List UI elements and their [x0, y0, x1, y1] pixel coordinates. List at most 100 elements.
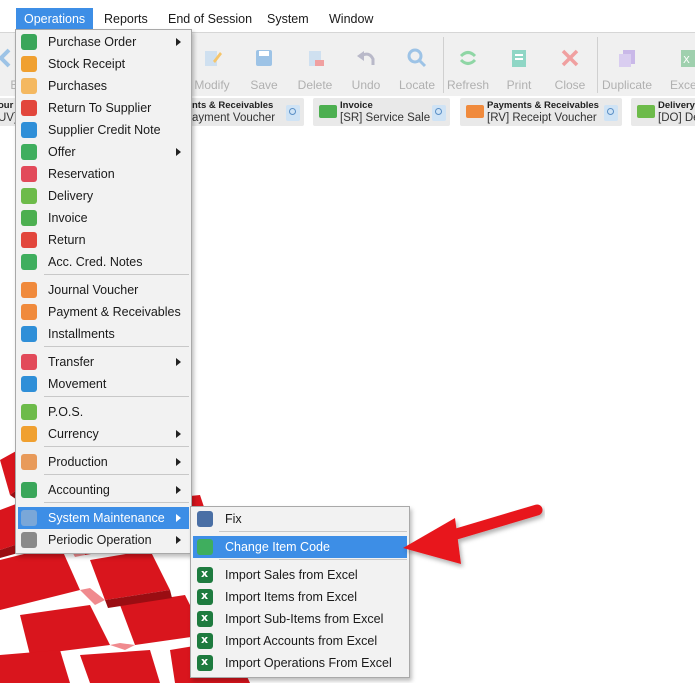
system-maintenance-icon — [21, 510, 37, 526]
menu-item-label: Acc. Cred. Notes — [48, 255, 143, 269]
menu-bar: Operations Reports End of Session System… — [0, 8, 695, 30]
quick-access-receipt-voucher[interactable]: Payments & Receivables [RV] Receipt Vouc… — [460, 98, 622, 126]
refresh-button[interactable]: Refresh — [440, 33, 496, 97]
delete-icon — [309, 51, 324, 66]
menu-item-currency[interactable]: Currency — [18, 423, 189, 445]
menu-item-label: P.O.S. — [48, 405, 84, 419]
excel-icon — [197, 633, 213, 649]
movement-icon — [21, 376, 37, 392]
locate-button[interactable]: Locate — [389, 33, 445, 97]
submenu-item-import-sub-items-from-excel[interactable]: Import Sub-Items from Excel — [193, 608, 407, 630]
menu-item-label: Currency — [48, 427, 99, 441]
chevron-right-icon — [176, 458, 181, 466]
supplier-credit-note-icon — [21, 122, 37, 138]
menu-item-acc-cred-notes[interactable]: Acc. Cred. Notes — [18, 251, 189, 273]
quick-access-service-sale[interactable]: Invoice [SR] Service Sale — [313, 98, 450, 126]
offer-icon — [21, 144, 37, 160]
menu-item-label: Accounting — [48, 483, 110, 497]
menu-item-invoice[interactable]: Invoice — [18, 207, 189, 229]
lookup-icon[interactable] — [604, 105, 618, 121]
menu-item-journal-voucher[interactable]: Journal Voucher — [18, 279, 189, 301]
menu-item-periodic-operation[interactable]: Periodic Operation — [18, 529, 189, 551]
menu-window[interactable]: Window — [329, 8, 373, 30]
menu-item-installments[interactable]: Installments — [18, 323, 189, 345]
menu-item-system-maintenance[interactable]: System Maintenance — [18, 507, 189, 529]
submenu-item-label: Import Operations From Excel — [225, 656, 392, 670]
purchases-icon — [21, 78, 37, 94]
submenu-item-import-accounts-from-excel[interactable]: Import Accounts from Excel — [193, 630, 407, 652]
menu-item-purchases[interactable]: Purchases — [18, 75, 189, 97]
menu-item-purchase-order[interactable]: Purchase Order — [18, 31, 189, 53]
periodic-operation-icon — [21, 532, 37, 548]
menu-item-p-o-s[interactable]: P.O.S. — [18, 401, 189, 423]
menu-item-label: Supplier Credit Note — [48, 123, 161, 137]
modify-label: Modify — [194, 78, 230, 92]
menu-item-supplier-credit-note[interactable]: Supplier Credit Note — [18, 119, 189, 141]
accounting-icon — [21, 482, 37, 498]
submenu-item-label: Import Sales from Excel — [225, 568, 358, 582]
duplicate-button[interactable]: Duplicate — [599, 33, 655, 97]
submenu-item-label: Fix — [225, 512, 242, 526]
menu-separator — [219, 559, 407, 560]
menu-item-label: Invoice — [48, 211, 88, 225]
quick-access-subtitle: [DO] De — [658, 112, 695, 124]
excel-icon — [197, 655, 213, 671]
chevron-right-icon — [176, 38, 181, 46]
close-button[interactable]: Close — [542, 33, 598, 97]
modify-button[interactable]: Modify — [184, 33, 240, 97]
menu-item-movement[interactable]: Movement — [18, 373, 189, 395]
menu-separator — [219, 531, 407, 532]
submenu-item-import-operations-from-excel[interactable]: Import Operations From Excel — [193, 652, 407, 674]
lookup-icon[interactable] — [286, 105, 300, 121]
excel-icon — [197, 589, 213, 605]
menu-end-of-session[interactable]: End of Session — [168, 8, 252, 30]
excel-icon — [197, 567, 213, 583]
save-button[interactable]: Save — [236, 33, 292, 97]
return-icon — [21, 232, 37, 248]
submenu-item-import-items-from-excel[interactable]: Import Items from Excel — [193, 586, 407, 608]
laptop-icon — [197, 511, 213, 527]
lookup-icon[interactable] — [432, 105, 446, 121]
operations-menu: Purchase Order Stock Receipt Purchases Retu… — [15, 29, 192, 554]
menu-item-stock-receipt[interactable]: Stock Receipt — [18, 53, 189, 75]
excel-label: Excel — [670, 78, 695, 92]
print-button[interactable]: Print — [491, 33, 547, 97]
quick-access-payment-voucher[interactable]: nts & Receivables ayment Voucher — [186, 98, 304, 126]
menu-item-label: Purchase Order — [48, 35, 137, 49]
menu-item-delivery[interactable]: Delivery — [18, 185, 189, 207]
purchase-order-icon — [21, 34, 37, 50]
chevron-right-icon — [176, 536, 181, 544]
invoice-icon — [21, 210, 37, 226]
delete-button[interactable]: Delete — [287, 33, 343, 97]
quick-access-delivery[interactable]: Delivery [DO] De — [631, 98, 695, 126]
submenu-item-fix[interactable]: Fix — [193, 508, 407, 530]
menu-item-label: Offer — [48, 145, 76, 159]
menu-item-payment-receivables[interactable]: Payment & Receivables — [18, 301, 189, 323]
menu-item-accounting[interactable]: Accounting — [18, 479, 189, 501]
chevron-right-icon — [176, 486, 181, 494]
menu-item-production[interactable]: Production — [18, 451, 189, 473]
menu-item-label: Purchases — [48, 79, 108, 93]
submenu-item-change-item-code[interactable]: Change Item Code — [193, 536, 407, 558]
menu-item-return-to-supplier[interactable]: Return To Supplier — [18, 97, 189, 119]
production-icon — [21, 454, 37, 470]
menu-item-reservation[interactable]: Reservation — [18, 163, 189, 185]
menu-system[interactable]: System — [267, 8, 309, 30]
menu-item-transfer[interactable]: Transfer — [18, 351, 189, 373]
menu-item-offer[interactable]: Offer — [18, 141, 189, 163]
chevron-right-icon — [176, 148, 181, 156]
menu-operations[interactable]: Operations — [16, 8, 94, 30]
quick-access-journal-voucher[interactable]: our UV] — [0, 98, 17, 126]
delivery-icon — [637, 105, 655, 118]
undo-button[interactable]: Undo — [338, 33, 394, 97]
submenu-item-import-sales-from-excel[interactable]: Import Sales from Excel — [193, 564, 407, 586]
submenu-item-label: Import Items from Excel — [225, 590, 357, 604]
menu-item-label: Return To Supplier — [48, 101, 152, 115]
excel-button[interactable]: X Excel — [660, 33, 695, 97]
quick-access-subtitle: [SR] Service Sale — [340, 112, 431, 124]
print-icon — [512, 50, 526, 67]
menu-item-return[interactable]: Return — [18, 229, 189, 251]
menu-reports[interactable]: Reports — [104, 8, 148, 30]
menu-separator — [44, 474, 189, 475]
menu-item-label: Production — [48, 455, 108, 469]
